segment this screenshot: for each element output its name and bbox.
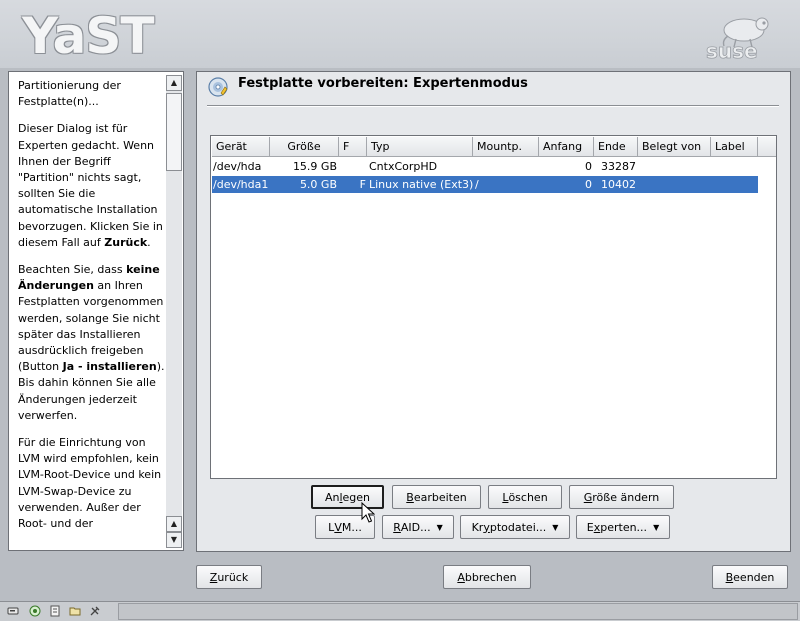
raid-menu-button[interactable]: R AID... ▼ xyxy=(382,515,454,539)
cell-mountpoint: / xyxy=(475,178,479,191)
disk-icon xyxy=(208,77,228,97)
chevron-down-icon: ▼ xyxy=(436,522,443,532)
cell-format: F xyxy=(359,178,366,191)
taskbar xyxy=(0,601,800,621)
help-paragraph: Dieser Dialog ist für Experten gedacht. … xyxy=(18,122,163,249)
cell-device: /dev/hda1 xyxy=(213,178,269,191)
column-header-filler xyxy=(758,137,776,157)
folder-icon[interactable] xyxy=(69,605,81,617)
expert-menu-button[interactable]: Ex perten... ▼ xyxy=(576,515,670,539)
scroll-up-button[interactable]: ▲ xyxy=(166,75,182,91)
scroll-up-button-lower[interactable]: ▲ xyxy=(166,516,182,532)
cell-format xyxy=(340,158,366,175)
column-header-end[interactable]: Ende xyxy=(594,137,638,157)
cell-type: Linux native (Ext3) xyxy=(369,178,474,191)
edit-partition-button[interactable]: Bearbeiten xyxy=(392,485,481,509)
cell-end: 33287 xyxy=(601,160,636,173)
help-scrollbar[interactable]: ▲ ▲ ▼ xyxy=(166,75,182,548)
help-text: Partitionierung der Festplatte(n)... Die… xyxy=(18,78,166,548)
column-header-size[interactable]: Größe xyxy=(270,137,339,157)
suse-logo: suse xyxy=(706,17,769,62)
cell-size: 15.9 GB xyxy=(292,160,337,173)
resize-partition-button[interactable]: Größe ändern xyxy=(569,485,674,509)
cell-device: /dev/hda xyxy=(213,160,262,173)
column-header-device[interactable]: Gerät xyxy=(212,137,270,157)
title-divider xyxy=(207,105,779,107)
table-row-selected[interactable]: /dev/hda1 5.0 GB F Linux native (Ext3) /… xyxy=(212,176,758,193)
taskbar-slot[interactable] xyxy=(118,603,798,620)
table-row[interactable]: /dev/hda 15.9 GB CntxCorpHD 0 33287 xyxy=(212,158,758,175)
cell-start: 0 xyxy=(585,178,592,191)
chevron-down-icon: ▼ xyxy=(653,522,660,532)
column-header-start[interactable]: Anfang xyxy=(539,137,594,157)
cell-end: 10402 xyxy=(601,178,636,191)
chevron-down-icon: ▼ xyxy=(552,522,559,532)
help-paragraph: Partitionierung der Festplatte(n)... xyxy=(18,79,121,109)
page-title: Festplatte vorbereiten: Expertenmodus xyxy=(238,76,528,91)
delete-partition-button[interactable]: Löschen xyxy=(488,485,562,509)
column-header-label[interactable]: Label xyxy=(711,137,758,157)
back-button[interactable]: Zurück xyxy=(196,565,262,589)
help-pane[interactable]: Partitionierung der Festplatte(n)... Die… xyxy=(8,71,184,551)
column-header-used-by[interactable]: Belegt von xyxy=(638,137,711,157)
cell-type: CntxCorpHD xyxy=(369,160,438,173)
cell-size: 5.0 GB xyxy=(299,178,337,191)
column-header-format[interactable]: F xyxy=(339,137,367,157)
column-header-type[interactable]: Typ xyxy=(367,137,473,157)
scroll-down-button[interactable]: ▼ xyxy=(166,532,182,548)
tools-icon[interactable] xyxy=(89,605,101,617)
abort-button[interactable]: Abbrechen xyxy=(443,565,531,589)
finish-button[interactable]: Beenden xyxy=(712,565,788,589)
scroll-thumb[interactable] xyxy=(166,93,182,171)
mouse-cursor-icon xyxy=(361,502,375,523)
help-paragraph: Für die Einrichtung von LVM wird empfohl… xyxy=(18,436,162,531)
main-panel: Festplatte vorbereiten: Expertenmodus Ge… xyxy=(196,71,791,552)
drive-icon[interactable] xyxy=(7,605,19,617)
network-icon[interactable] xyxy=(29,605,41,617)
cell-start: 0 xyxy=(585,160,592,173)
yast-logo: YaST xyxy=(22,7,154,65)
yast-header: YaST suse xyxy=(0,0,800,68)
document-icon[interactable] xyxy=(49,605,61,617)
column-header-mountpoint[interactable]: Mountp. xyxy=(473,137,539,157)
crypto-file-menu-button[interactable]: Kr y ptodatei... ▼ xyxy=(460,515,570,539)
partition-table[interactable]: Gerät Größe F Typ Mountp. Anfang Ende Be… xyxy=(210,135,777,479)
help-paragraph: Beachten Sie, dass keine Änderungen an I… xyxy=(18,263,165,422)
svg-text:suse: suse xyxy=(706,39,758,62)
